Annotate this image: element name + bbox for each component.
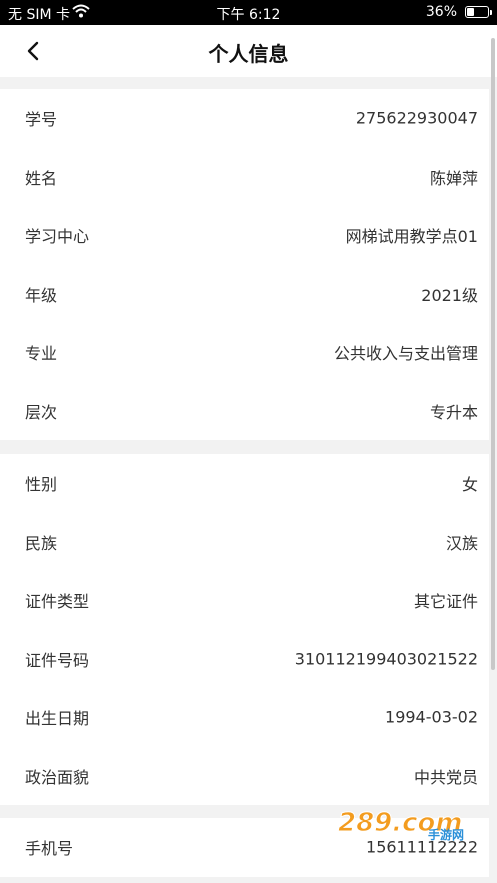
row-label: 证件号码 bbox=[25, 650, 90, 670]
row-value: 其它证件 bbox=[413, 592, 478, 612]
row-label: 年级 bbox=[25, 285, 58, 305]
row-value: 陈婵萍 bbox=[429, 168, 478, 188]
row-value: 女 bbox=[461, 475, 478, 495]
personal-info-section: 性别 女 民族 汉族 证件类型 其它证件 证件号码 31011219940302… bbox=[0, 454, 489, 805]
row-label: 出生日期 bbox=[25, 709, 90, 729]
watermark-logo: 289.com 手游网 bbox=[336, 806, 476, 843]
info-row-id-type: 证件类型 其它证件 bbox=[0, 571, 489, 630]
battery-percentage: 36% bbox=[425, 4, 457, 20]
row-label: 民族 bbox=[25, 533, 58, 553]
row-label: 性别 bbox=[25, 475, 58, 495]
row-label: 学习中心 bbox=[25, 227, 90, 247]
row-label: 手机号 bbox=[25, 839, 74, 859]
status-time: 下午 6:12 bbox=[216, 7, 281, 23]
info-row-birth-date: 出生日期 1994-03-02 bbox=[0, 688, 489, 747]
row-label: 专业 bbox=[25, 344, 58, 364]
row-label: 姓名 bbox=[25, 168, 58, 188]
info-row-gender: 性别 女 bbox=[0, 454, 489, 513]
info-row-level: 层次 专升本 bbox=[0, 382, 489, 441]
info-row-political-status: 政治面貌 中共党员 bbox=[0, 747, 489, 806]
row-label: 政治面貌 bbox=[25, 767, 90, 787]
navigation-bar: 个人信息 bbox=[0, 25, 497, 77]
row-value: 275622930047 bbox=[355, 108, 478, 128]
row-label: 学号 bbox=[25, 110, 58, 130]
scrollbar[interactable] bbox=[491, 38, 495, 670]
info-row-student-id: 学号 275622930047 bbox=[0, 89, 489, 148]
svg-text:手游网: 手游网 bbox=[428, 827, 464, 842]
row-value: 中共党员 bbox=[413, 767, 478, 787]
academic-info-section: 学号 275622930047 姓名 陈婵萍 学习中心 网梯试用教学点01 年级… bbox=[0, 89, 489, 440]
row-value: 1994-03-02 bbox=[385, 707, 478, 727]
row-value: 2021级 bbox=[421, 285, 478, 305]
info-row-name: 姓名 陈婵萍 bbox=[0, 148, 489, 207]
row-value: 310112199403021522 bbox=[294, 649, 478, 669]
info-row-id-number: 证件号码 310112199403021522 bbox=[0, 630, 489, 689]
page-title: 个人信息 bbox=[208, 42, 289, 66]
info-row-grade: 年级 2021级 bbox=[0, 265, 489, 324]
battery-icon bbox=[465, 6, 492, 18]
row-label: 证件类型 bbox=[25, 592, 90, 612]
info-row-study-center: 学习中心 网梯试用教学点01 bbox=[0, 206, 489, 265]
info-row-ethnicity: 民族 汉族 bbox=[0, 513, 489, 572]
status-bar: 无 SIM 卡 下午 6:12 36% bbox=[0, 0, 497, 25]
row-label: 层次 bbox=[25, 402, 58, 422]
row-value: 网梯试用教学点01 bbox=[345, 227, 478, 247]
info-row-major: 专业 公共收入与支出管理 bbox=[0, 323, 489, 382]
row-value: 公共收入与支出管理 bbox=[333, 344, 478, 364]
row-value: 汉族 bbox=[445, 533, 478, 553]
row-value: 专升本 bbox=[429, 402, 478, 422]
